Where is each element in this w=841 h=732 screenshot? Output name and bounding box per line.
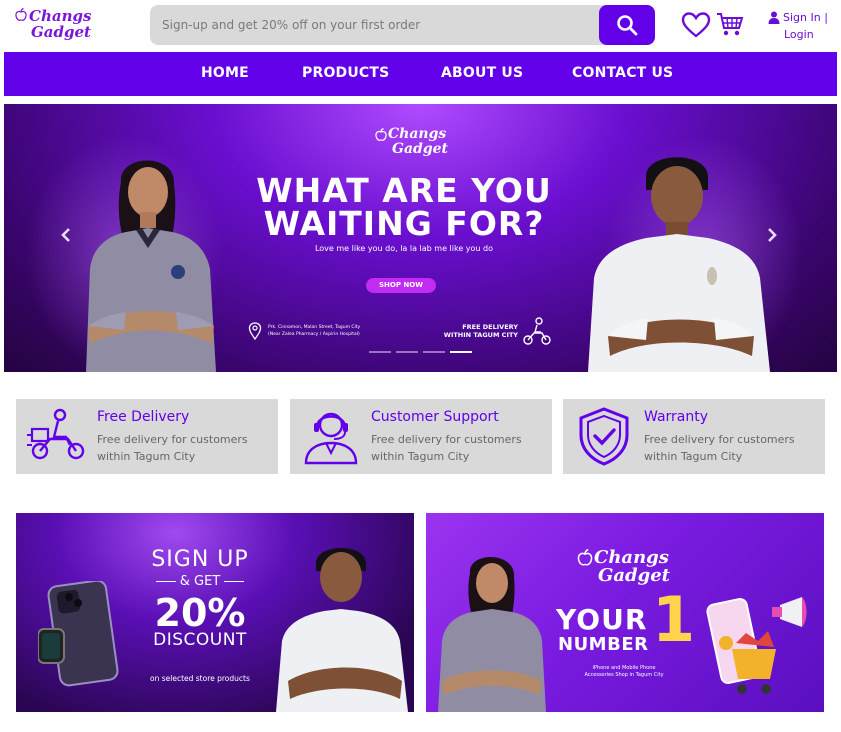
nav-home[interactable]: HOME xyxy=(201,65,249,81)
feature-description: Free delivery for customers within Tagum… xyxy=(371,433,522,463)
promo-number-one: 1 xyxy=(652,583,696,656)
hero-delivery-line1: FREE DELIVERY xyxy=(462,323,518,331)
feature-title: Free Delivery xyxy=(97,409,190,425)
feature-description: Free delivery for customers within Tagum… xyxy=(97,433,248,463)
shop-now-button[interactable]: SHOP NOW xyxy=(366,278,436,293)
hero-delivery-text: FREE DELIVERY WITHIN TAGUM CITY xyxy=(440,323,518,339)
hero-brand-line1: Changs xyxy=(388,126,447,142)
nav-contact-us[interactable]: CONTACT US xyxy=(572,65,673,81)
promo-signup-line2: & GET xyxy=(136,574,264,589)
model-man-image xyxy=(276,548,408,712)
carousel-indicator-4[interactable] xyxy=(450,351,472,353)
promo-signup-note: on selected store products xyxy=(150,674,250,683)
delivery-scooter-icon xyxy=(27,408,85,460)
apple-logo-icon xyxy=(577,549,593,566)
carousel-indicators xyxy=(369,351,472,353)
login-link[interactable]: Login xyxy=(768,26,834,43)
divider-line xyxy=(224,581,245,582)
search-bar xyxy=(150,5,655,45)
promo-right-note-line2: Accessories Shop in Tagum City xyxy=(584,672,664,678)
apple-logo-icon xyxy=(375,128,387,141)
shield-check-icon xyxy=(579,407,629,466)
brand-logo[interactable]: Changs Gadget xyxy=(14,6,91,44)
carousel-next-button[interactable] xyxy=(766,224,778,248)
promo-your-label: YOUR xyxy=(556,603,648,636)
search-button[interactable] xyxy=(599,5,655,45)
hero-brand-logo: Changs Gadget xyxy=(374,124,448,158)
carousel-indicator-3[interactable] xyxy=(423,351,445,353)
promo-banner-number-one[interactable]: Changs Gadget YOUR NUMBER 1 iPhone and M… xyxy=(426,513,824,712)
promo-banner-signup[interactable]: SIGN UP & GET 20% DISCOUNT on selected s… xyxy=(16,513,414,712)
feature-title: Customer Support xyxy=(371,409,499,425)
site-header: Changs Gadget Sign In | Login xyxy=(0,0,841,50)
search-icon xyxy=(617,15,638,36)
phone-shopping-cart-image xyxy=(706,597,807,694)
promo-discount-value: 20% xyxy=(154,591,246,635)
sign-in-label: Sign In | xyxy=(783,11,828,24)
feature-title: Warranty xyxy=(644,409,709,425)
chevron-right-icon xyxy=(768,228,777,242)
shopping-cart-icon[interactable] xyxy=(716,10,744,38)
hero-address-line2: (Near Zalea Pharmacy / Aspirin Hospital) xyxy=(268,332,360,337)
account-links: Sign In | Login xyxy=(768,9,834,45)
hero-brand-line2: Gadget xyxy=(392,141,448,157)
apple-logo-icon xyxy=(15,8,27,21)
feature-card-warranty: Warranty Free delivery for customers wit… xyxy=(563,399,825,474)
promo-discount-label: DISCOUNT xyxy=(153,630,247,650)
hero-subtitle: Love me like you do, la la lab me like y… xyxy=(314,244,494,253)
brand-name-line2: Gadget xyxy=(31,23,91,41)
hero-delivery-line2: WITHIN TAGUM CITY xyxy=(443,331,518,339)
feature-card-delivery: Free Delivery Free delivery for customer… xyxy=(16,399,278,474)
hero-title-line1: WHAT ARE YOU xyxy=(256,171,552,210)
hero-address: Prk. Cinnamon, Malan Street, Tagum City … xyxy=(248,322,368,340)
promo-signup-line1: SIGN UP xyxy=(151,547,249,572)
promo-number-label: NUMBER xyxy=(558,634,649,655)
promo-right-note: iPhone and Mobile Phone Accessories Shop… xyxy=(576,665,672,679)
promo-right-note-line1: iPhone and Mobile Phone xyxy=(592,665,656,671)
carousel-indicator-1[interactable] xyxy=(369,351,391,353)
carousel-indicator-2[interactable] xyxy=(396,351,418,353)
hero-address-line1: Prk. Cinnamon, Malan Street, Tagum City xyxy=(268,325,361,330)
carousel-prev-button[interactable] xyxy=(60,224,72,248)
hero-delivery-badge: FREE DELIVERY WITHIN TAGUM CITY xyxy=(440,316,552,346)
sign-in-link[interactable]: Sign In | xyxy=(768,9,834,26)
nav-products[interactable]: PRODUCTS xyxy=(302,65,389,81)
promo-brand-logo: Changs Gadget xyxy=(576,547,670,587)
user-icon xyxy=(768,11,780,24)
main-nav: HOME PRODUCTS ABOUT US CONTACT US xyxy=(4,52,837,96)
divider-line xyxy=(155,581,176,582)
phone-watch-image xyxy=(38,581,119,687)
delivery-scooter-icon xyxy=(523,317,551,345)
feature-card-support: Customer Support Free delivery for custo… xyxy=(290,399,552,474)
search-input[interactable] xyxy=(150,5,600,45)
hero-title: WHAT ARE YOU WAITING FOR? xyxy=(204,174,604,240)
brand-name-line1: Changs xyxy=(29,7,92,25)
nav-about-us[interactable]: ABOUT US xyxy=(441,65,523,81)
model-man-image xyxy=(588,157,770,372)
feature-description: Free delivery for customers within Tagum… xyxy=(644,433,795,463)
hero-address-text: Prk. Cinnamon, Malan Street, Tagum City … xyxy=(268,324,368,338)
wishlist-heart-icon[interactable] xyxy=(681,11,711,39)
hero-carousel: Changs Gadget WHAT ARE YOU WAITING FOR? … xyxy=(4,104,837,372)
chevron-left-icon xyxy=(61,228,70,242)
headset-agent-icon xyxy=(304,412,358,465)
promo-signup-line2-text: & GET xyxy=(179,574,221,589)
hero-title-line2: WAITING FOR? xyxy=(263,204,545,243)
location-pin-icon xyxy=(248,322,262,340)
model-woman-image xyxy=(438,556,546,712)
